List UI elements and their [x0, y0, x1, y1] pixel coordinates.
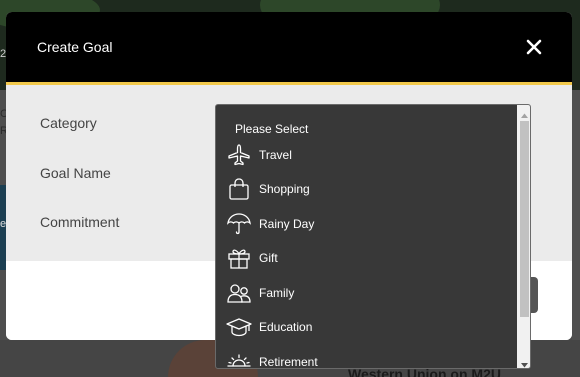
scroll-down-arrow-icon[interactable] — [520, 357, 529, 368]
dropdown-scrollbar[interactable] — [517, 105, 530, 368]
category-label: Category — [40, 115, 97, 131]
modal-header: Create Goal — [6, 12, 572, 82]
option-label: Education — [259, 320, 313, 334]
commitment-label: Commitment — [40, 214, 120, 230]
sunset-icon — [226, 349, 252, 368]
gift-icon — [226, 245, 252, 271]
background-right-strip — [572, 90, 580, 377]
dropdown-placeholder[interactable]: Please Select — [235, 122, 308, 136]
option-gift[interactable]: Gift — [224, 243, 514, 273]
option-label: Rainy Day — [259, 217, 315, 231]
graduation-cap-icon — [226, 314, 252, 340]
option-travel[interactable]: Travel — [224, 140, 514, 170]
category-dropdown-list[interactable]: Please Select Travel Shopping Rainy Day — [215, 104, 531, 369]
option-label: Family — [259, 286, 295, 300]
modal-title: Create Goal — [37, 39, 113, 55]
option-label: Shopping — [259, 182, 310, 196]
shopping-bag-icon — [226, 176, 252, 202]
option-label: Travel — [259, 148, 292, 162]
goal-name-label: Goal Name — [40, 165, 111, 181]
option-family[interactable]: Family — [224, 278, 514, 308]
option-label: Retirement — [259, 355, 318, 369]
airplane-icon — [226, 142, 252, 168]
scrollbar-thumb[interactable] — [520, 121, 529, 317]
option-retirement[interactable]: Retirement — [224, 347, 514, 369]
umbrella-icon — [226, 211, 252, 237]
option-education[interactable]: Education — [224, 312, 514, 342]
option-shopping[interactable]: Shopping — [224, 174, 514, 204]
option-label: Gift — [259, 251, 278, 265]
footer-button[interactable] — [530, 277, 538, 313]
option-rainy-day[interactable]: Rainy Day — [224, 209, 514, 239]
family-icon — [226, 280, 252, 306]
close-icon[interactable] — [522, 35, 546, 59]
scroll-up-arrow-icon[interactable] — [520, 108, 529, 118]
